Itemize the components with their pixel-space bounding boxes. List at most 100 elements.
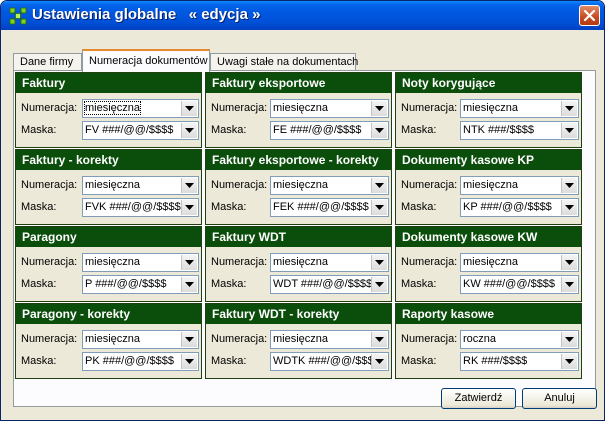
dropdown-arrow[interactable] [561, 123, 577, 138]
numeracja-select[interactable]: miesięczna [82, 253, 199, 272]
group-raporty-kasowe: Raporty kasowe Numeracja: roczna Maska: … [395, 303, 582, 379]
numeracja-select[interactable]: miesięczna [270, 176, 389, 195]
numeracja-label: Numeracja: [211, 256, 268, 268]
dropdown-arrow[interactable] [371, 200, 387, 215]
maska-select[interactable]: WDTK ###/@@/$$$$ [270, 352, 389, 371]
maska-select[interactable]: KP ###/@@/$$$$ [460, 198, 579, 217]
group-noty-korygujace: Noty korygujące Numeracja: miesięczna Ma… [395, 72, 582, 148]
numeracja-select[interactable]: roczna [460, 330, 579, 349]
maska-select[interactable]: KW ###/@@/$$$$ [460, 275, 579, 294]
group-title: Faktury eksportowe - korekty [206, 150, 391, 170]
dropdown-arrow[interactable] [561, 101, 577, 116]
group-faktury-wdt-korekty: Faktury WDT - korekty Numeracja: miesięc… [205, 303, 392, 379]
numeracja-select[interactable]: miesięczna [270, 253, 389, 272]
maska-label: Maska: [401, 355, 437, 367]
dropdown-arrow[interactable] [181, 255, 197, 270]
chevron-down-icon [375, 128, 384, 133]
numeracja-select[interactable]: miesięczna [82, 99, 199, 118]
numeracja-select[interactable]: miesięczna [270, 330, 389, 349]
cancel-button[interactable]: Anuluj [522, 388, 597, 409]
maska-value: FVK ###/@@/$$$$ [85, 201, 181, 213]
group-faktury-korekty: Faktury - korekty Numeracja: miesięczna … [15, 149, 202, 225]
numeracja-select[interactable]: miesięczna [460, 253, 579, 272]
group-title: Faktury WDT [206, 227, 391, 247]
close-button[interactable] [579, 5, 600, 26]
numeracja-label: Numeracja: [211, 102, 268, 114]
dropdown-arrow[interactable] [371, 332, 387, 347]
maska-select[interactable]: P ###/@@/$$$$ [82, 275, 199, 294]
dropdown-arrow[interactable] [371, 255, 387, 270]
numeracja-select[interactable]: miesięczna [460, 99, 579, 118]
numeracja-label: Numeracja: [401, 102, 458, 114]
group-dokumenty-kasowe-kp: Dokumenty kasowe KP Numeracja: miesięczn… [395, 149, 582, 225]
dropdown-arrow[interactable] [371, 178, 387, 193]
group-title: Faktury - korekty [16, 150, 201, 170]
dropdown-arrow[interactable] [371, 123, 387, 138]
chevron-down-icon [375, 183, 384, 188]
tab-uwagi-stale[interactable]: Uwagi stałe na dokumentach [210, 53, 358, 71]
title-bar[interactable]: Ustawienia globalne « edycja » [1, 1, 604, 30]
tab-numeracja-dokumentow[interactable]: Numeracja dokumentów [82, 49, 210, 72]
numeracja-label: Numeracja: [401, 256, 458, 268]
group-title: Paragony - korekty [16, 304, 201, 324]
chevron-down-icon [375, 337, 384, 342]
maska-label: Maska: [401, 278, 437, 290]
dropdown-arrow[interactable] [561, 354, 577, 369]
chevron-down-icon [375, 282, 384, 287]
numeracja-select[interactable]: miesięczna [82, 176, 199, 195]
dropdown-arrow[interactable] [561, 178, 577, 193]
maska-value: NTK ###/$$$$ [463, 124, 534, 136]
maska-select[interactable]: WDT ###/@@/$$$$ [270, 275, 389, 294]
chevron-down-icon [185, 282, 194, 287]
dropdown-arrow[interactable] [561, 255, 577, 270]
dropdown-arrow[interactable] [181, 178, 197, 193]
window-title: Ustawienia globalne « edycja » [32, 6, 261, 23]
numeracja-select[interactable]: miesięczna [460, 176, 579, 195]
chevron-down-icon [185, 260, 194, 265]
numeracja-label: Numeracja: [21, 102, 78, 114]
chevron-down-icon [565, 282, 574, 287]
confirm-button[interactable]: Zatwierdź [441, 388, 516, 409]
maska-select[interactable]: PK ###/@@/$$$$ [82, 352, 199, 371]
numeracja-select[interactable]: miesięczna [82, 330, 199, 349]
group-paragony-korekty: Paragony - korekty Numeracja: miesięczna… [15, 303, 202, 379]
chevron-down-icon [185, 337, 194, 342]
maska-select[interactable]: NTK ###/$$$$ [460, 121, 579, 140]
maska-label: Maska: [21, 355, 57, 367]
dropdown-arrow[interactable] [371, 277, 387, 292]
dropdown-arrow[interactable] [371, 101, 387, 116]
numeracja-select[interactable]: miesięczna [270, 99, 389, 118]
maska-select[interactable]: FE ###/@@/$$$$ [270, 121, 389, 140]
maska-select[interactable]: FV ###/@@/$$$$ [82, 121, 199, 140]
tab-dane-firmy[interactable]: Dane firmy [13, 53, 82, 71]
maska-value: FEK ###/@@/$$$$ [273, 201, 369, 213]
dropdown-arrow[interactable] [561, 332, 577, 347]
maska-select[interactable]: FVK ###/@@/$$$$ [82, 198, 199, 217]
group-title: Faktury [16, 73, 201, 93]
maska-value: WDTK ###/@@/$$$$ [273, 355, 371, 367]
dropdown-arrow[interactable] [371, 354, 387, 369]
dropdown-arrow[interactable] [181, 277, 197, 292]
dropdown-arrow[interactable] [181, 354, 197, 369]
chevron-down-icon [375, 205, 384, 210]
chevron-down-icon [565, 128, 574, 133]
dropdown-arrow[interactable] [181, 101, 197, 116]
dropdown-arrow[interactable] [181, 123, 197, 138]
dropdown-arrow[interactable] [181, 200, 197, 215]
numeracja-label: Numeracja: [401, 333, 458, 345]
chevron-down-icon [185, 106, 194, 111]
chevron-down-icon [185, 205, 194, 210]
maska-label: Maska: [21, 201, 57, 213]
dropdown-arrow[interactable] [561, 277, 577, 292]
numeracja-value: miesięczna [463, 256, 519, 268]
dropdown-arrow[interactable] [181, 332, 197, 347]
chevron-down-icon [185, 183, 194, 188]
group-title: Faktury WDT - korekty [206, 304, 391, 324]
group-faktury-wdt: Faktury WDT Numeracja: miesięczna Maska:… [205, 226, 392, 302]
maska-select[interactable]: RK ###/$$$$ [460, 352, 579, 371]
maska-select[interactable]: FEK ###/@@/$$$$ [270, 198, 389, 217]
numeracja-value: miesięczna [83, 101, 142, 115]
dropdown-arrow[interactable] [561, 200, 577, 215]
app-icon [9, 7, 27, 25]
numeracja-value: miesięczna [273, 102, 329, 114]
